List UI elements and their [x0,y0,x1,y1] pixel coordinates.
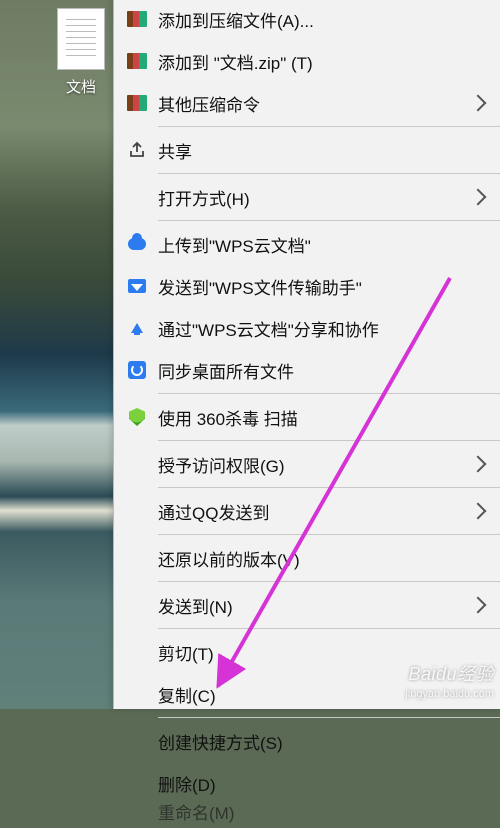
desktop-file[interactable]: 文档 [46,8,116,97]
context-menu: 添加到压缩文件(A)... 添加到 "文档.zip" (T) 其他压缩命令 共享… [113,0,500,709]
menu-add-to-archive[interactable]: 添加到压缩文件(A)... [114,0,500,40]
menu-share-via-wps[interactable]: 通过"WPS云文档"分享和协作 [114,307,500,349]
menu-rename[interactable]: 重命名(M) [114,804,500,828]
menu-create-shortcut[interactable]: 创建快捷方式(S) [114,720,500,762]
menu-grant-access[interactable]: 授予访问权限(G) [114,443,500,485]
file-page-icon [57,8,105,70]
chevron-right-icon [470,503,487,520]
separator [158,628,500,629]
separator [158,581,500,582]
menu-open-with[interactable]: 打开方式(H) [114,176,500,218]
file-label: 文档 [46,76,116,97]
chevron-right-icon [470,95,487,112]
menu-add-to-zip[interactable]: 添加到 "文档.zip" (T) [114,40,500,82]
separator [158,393,500,394]
menu-upload-wps-cloud[interactable]: 上传到"WPS云文档" [114,223,500,265]
archive-icon [124,50,150,72]
menu-send-via-qq[interactable]: 通过QQ发送到 [114,490,500,532]
chevron-right-icon [470,456,487,473]
shield-icon [124,406,150,428]
chevron-right-icon [470,597,487,614]
menu-restore-previous[interactable]: 还原以前的版本(V) [114,537,500,579]
upload-share-icon [124,317,150,339]
menu-scan-360[interactable]: 使用 360杀毒 扫描 [114,396,500,438]
separator [158,440,500,441]
watermark: Baidu经验 jingyan.baidu.com [405,663,494,701]
share-icon [124,139,150,161]
separator [158,534,500,535]
chevron-right-icon [470,189,487,206]
separator [158,126,500,127]
menu-send-to[interactable]: 发送到(N) [114,584,500,626]
sync-icon [124,359,150,381]
cloud-icon [124,233,150,255]
separator [158,717,500,718]
folder-send-icon [124,275,150,297]
menu-other-compress[interactable]: 其他压缩命令 [114,82,500,124]
menu-sync-desktop[interactable]: 同步桌面所有文件 [114,349,500,391]
separator [158,487,500,488]
menu-send-wps-transfer[interactable]: 发送到"WPS文件传输助手" [114,265,500,307]
archive-icon [124,92,150,114]
menu-share[interactable]: 共享 [114,129,500,171]
separator [158,173,500,174]
archive-icon [124,8,150,30]
separator [158,220,500,221]
